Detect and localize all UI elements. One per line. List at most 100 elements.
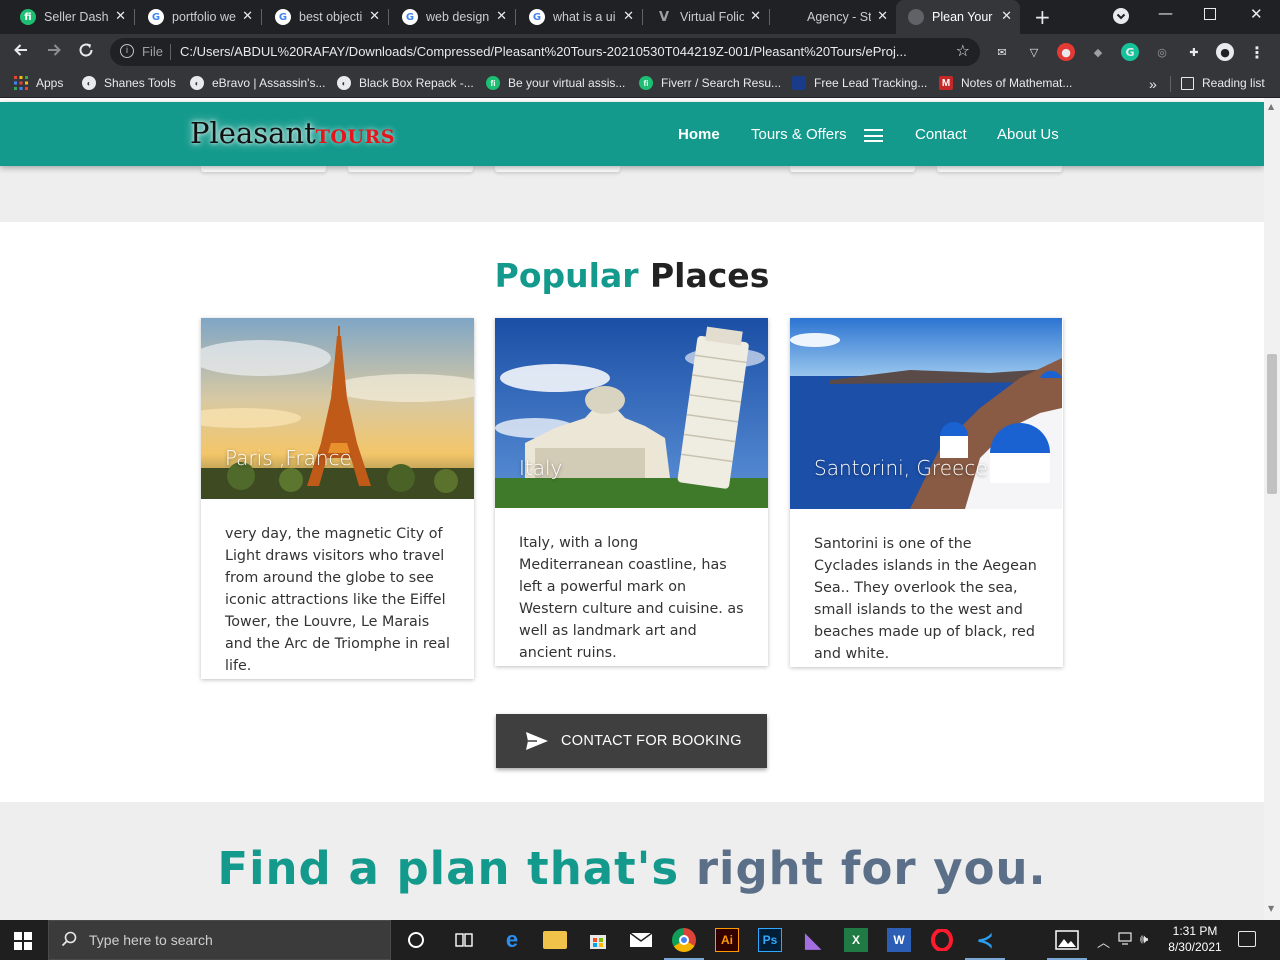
bookmarks-separator [1170,76,1171,92]
close-window-icon[interactable]: ✕ [1250,5,1263,23]
chevron-up-icon[interactable]: ︿ [1097,932,1110,951]
site-logo[interactable]: PleasantTOURS [190,116,395,150]
profile-avatar-icon[interactable]: ● [1216,43,1234,61]
forward-icon[interactable] [45,41,63,64]
santorini-image: Santorini, Greece [790,318,1063,509]
bookmark-item[interactable]: fi Be your virtual assis... [486,76,625,90]
back-icon[interactable] [12,41,30,64]
close-tab-icon[interactable]: ✕ [877,9,888,24]
tab-search-icon[interactable] [1113,8,1129,24]
photoshop-icon[interactable]: Ps [758,928,782,952]
previous-section-strip [0,166,1264,222]
close-tab-icon[interactable]: ✕ [750,9,761,24]
nav-tours-offers[interactable]: Tours & Offers [751,126,847,143]
url-text[interactable]: C:/Users/ABDUL%20RAFAY/Downloads/Compres… [180,44,907,59]
windows-taskbar: Type here to search e Ai Ps ◣ X W ≺ ︿ 🕪 … [0,920,1280,960]
google-icon: G [275,9,291,25]
bookmark-item[interactable]: M Notes of Mathemat... [939,76,1072,90]
bookmark-item[interactable]: Free Lead Tracking... [792,76,927,90]
close-tab-icon[interactable]: ✕ [496,9,507,24]
scroll-down-icon[interactable]: ▼ [1268,904,1274,913]
bookmark-item[interactable]: ◐ Black Box Repack -... [337,76,474,90]
place-card-paris[interactable]: Paris ,France very day, the magnetic Cit… [201,318,474,679]
close-tab-icon[interactable]: ✕ [1001,9,1012,24]
place-card-santorini[interactable]: Santorini, Greece Santorini is one of th… [790,318,1063,667]
plans-section: Find a plan that's right for you. [0,802,1264,920]
vscode-icon[interactable]: ≺ [973,928,997,952]
place-card-italy[interactable]: Italy Italy, with a long Mediterranean c… [495,318,768,666]
close-tab-icon[interactable]: ✕ [623,9,634,24]
puzzle-icon[interactable]: ✚ [1185,43,1203,61]
close-tab-icon[interactable]: ✕ [115,9,126,24]
task-view-icon[interactable] [452,928,476,952]
browser-tab[interactable]: fi Seller Dashb ✕ [0,0,134,34]
minimize-icon[interactable]: — [1158,4,1173,22]
plans-title: Find a plan that's right for you. [217,842,1047,895]
bookmark-apps[interactable]: Apps [14,76,63,90]
bookmark-item[interactable]: fi Fiverr / Search Resu... [639,76,781,90]
kebab-menu-icon[interactable]: ⋮ [1248,43,1266,62]
nav-contact[interactable]: Contact [915,126,967,143]
visual-studio-icon[interactable]: ◣ [801,928,825,952]
card-caption: Italy [519,456,563,480]
browser-tab[interactable]: G what is a ui ✕ [515,0,642,34]
site-info-icon[interactable]: i [120,44,134,58]
new-tab-icon[interactable]: + [1034,5,1051,29]
bookmark-star-icon[interactable]: ☆ [956,41,970,60]
card-stub [790,166,915,172]
store-icon[interactable] [586,928,610,952]
opera-icon[interactable] [930,928,954,952]
card-description: Santorini is one of the Cyclades islands… [814,536,1037,662]
reload-icon[interactable] [77,41,95,64]
nav-home[interactable]: Home [678,126,720,143]
close-tab-icon[interactable]: ✕ [369,9,380,24]
fiverr-icon: fi [20,9,36,25]
reading-list-button[interactable]: Reading list [1181,76,1265,90]
volume-icon[interactable]: 🕪 [1140,932,1148,947]
restore-icon[interactable] [1204,8,1216,20]
browser-tab-active[interactable]: Plean Your ✕ [896,0,1020,34]
browser-tab[interactable]: G web design ✕ [388,0,515,34]
close-tab-icon[interactable]: ✕ [242,9,253,24]
browser-tab[interactable]: G best objecti ✕ [261,0,388,34]
bookmark-item[interactable]: ◐ Shanes Tools [82,76,176,90]
excel-icon[interactable]: X [844,928,868,952]
browser-tab[interactable]: Agency - St ✕ [769,0,896,34]
notification-center-icon[interactable] [1238,931,1256,947]
reading-list-icon [1181,76,1194,90]
word-icon[interactable]: W [887,928,911,952]
system-clock[interactable]: 1:31 PM 8/30/2021 [1160,923,1230,955]
vpn-extension-icon[interactable]: ▽ [1025,43,1043,61]
card-stub [201,166,326,172]
cortana-icon[interactable] [404,928,428,952]
scroll-up-icon[interactable]: ▲ [1268,102,1274,111]
extension-icon[interactable]: ◆ [1089,43,1107,61]
windows-start-icon[interactable] [14,932,32,950]
grammarly-icon[interactable]: G [1121,43,1139,61]
address-separator [170,44,171,60]
contact-for-booking-button[interactable]: CONTACT FOR BOOKING [496,714,767,768]
file-explorer-icon[interactable] [543,931,567,949]
network-icon[interactable] [1118,932,1136,950]
mail-icon[interactable]: ✉ [993,43,1011,61]
section-title: Popular Places [494,256,770,295]
page-scrollbar[interactable]: ▲ ▼ [1264,98,1280,920]
pokeball-extension-icon[interactable]: ● [1057,43,1075,61]
edge-icon[interactable]: e [500,927,524,952]
browser-tab[interactable]: G portfolio we ✕ [134,0,261,34]
chrome-icon[interactable] [672,928,696,952]
site-navbar: PleasantTOURS Home Tours & Offers Contac… [0,102,1264,166]
taskbar-search-box[interactable]: Type here to search [48,920,391,960]
bookmarks-overflow-button[interactable]: » [1149,76,1157,92]
mail-app-icon[interactable] [629,928,653,952]
address-bar[interactable]: i File C:/Users/ABDUL%20RAFAY/Downloads/… [110,38,980,66]
nav-about-us[interactable]: About Us [997,126,1059,143]
bookmark-item[interactable]: ◐ eBravo | Assassin's... [190,76,325,90]
globe-icon [908,9,924,25]
browser-tab[interactable]: V Virtual Folio ✕ [642,0,769,34]
dropdown-menu-icon[interactable] [864,129,883,142]
photos-icon[interactable] [1055,928,1079,952]
sync-extension-icon[interactable]: ◎ [1153,43,1171,61]
scroll-thumb[interactable] [1267,354,1277,494]
illustrator-icon[interactable]: Ai [715,928,739,952]
